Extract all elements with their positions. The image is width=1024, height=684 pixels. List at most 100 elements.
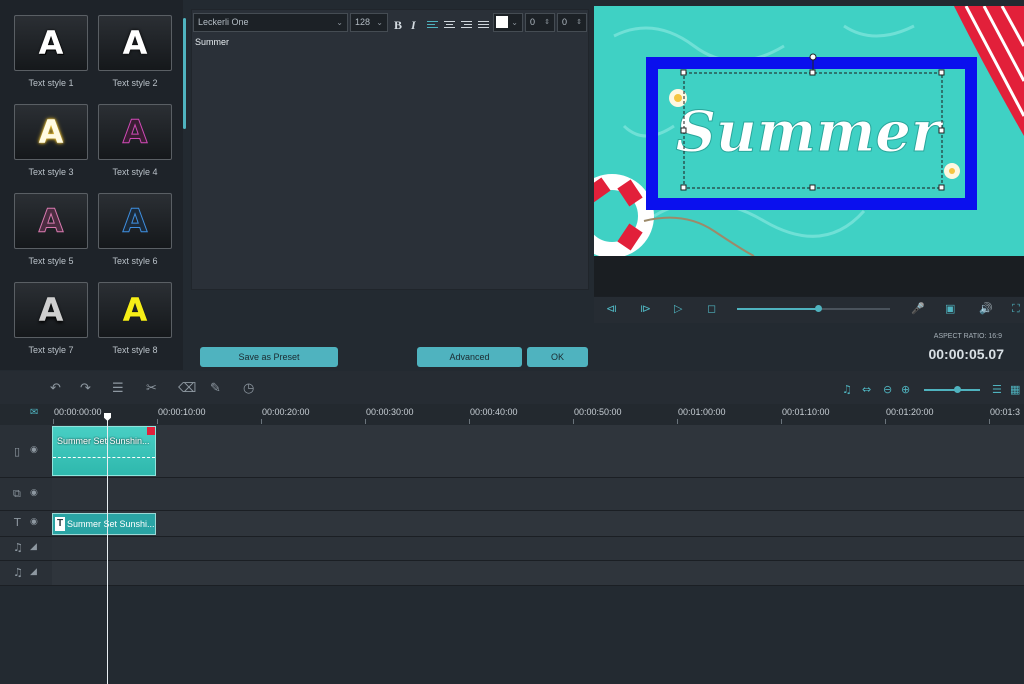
pip-track-icon: ⧉	[13, 487, 21, 500]
style-label: Text style 4	[112, 167, 158, 177]
ok-button[interactable]: OK	[527, 347, 588, 367]
text-color-picker[interactable]: ⌄	[493, 13, 523, 32]
bold-button[interactable]: B	[394, 16, 402, 35]
preview-artwork: Summer	[594, 6, 1024, 256]
microphone-icon[interactable]: 🎤	[911, 302, 925, 315]
text-style-3[interactable]: A Text style 3	[14, 104, 88, 177]
stop-icon[interactable]: ◻	[707, 302, 716, 315]
track-header	[0, 425, 52, 477]
chevron-down-icon: ⌄	[336, 18, 343, 27]
style-glyph: A	[122, 113, 148, 152]
adjust-icon[interactable]: ☰	[112, 381, 124, 396]
pip-track[interactable]	[0, 478, 1024, 511]
font-select[interactable]: Leckerli One ⌄	[193, 13, 348, 32]
align-left-icon[interactable]	[427, 21, 438, 30]
music-track-2[interactable]	[0, 561, 1024, 586]
play-icon[interactable]: ▷	[674, 302, 682, 315]
style-glyph: A	[38, 291, 64, 329]
spacing-value: 0	[530, 17, 536, 27]
video-clip[interactable]: Summer Set Sunshin...	[52, 426, 156, 476]
zoom-slider-knob[interactable]	[954, 386, 961, 393]
grid-view-icon[interactable]: ▦	[1010, 383, 1020, 396]
style-label: Text style 1	[28, 78, 74, 88]
list-view-icon[interactable]: ☰	[992, 383, 1002, 396]
zoom-out-icon[interactable]: ⊖	[883, 383, 892, 396]
ruler-tick	[989, 419, 990, 424]
track-header	[0, 478, 52, 510]
text-style-thumb: A	[14, 282, 88, 338]
ruler-tick	[53, 419, 54, 424]
align-center-icon[interactable]	[444, 21, 455, 30]
text-track-icon: T	[14, 516, 21, 529]
style-label: Text style 5	[28, 256, 74, 266]
speaker-icon[interactable]: ◢	[30, 567, 37, 577]
ruler-tick-label: 00:01:20:00	[886, 407, 934, 417]
ruler-tick	[885, 419, 886, 424]
skip-back-icon[interactable]: ⧏	[606, 302, 617, 315]
text-style-1[interactable]: A Text style 1	[14, 15, 88, 88]
text-style-thumb: A	[14, 104, 88, 160]
zoom-in-icon[interactable]: ⊕	[901, 383, 910, 396]
font-value: Leckerli One	[198, 17, 249, 27]
align-justify-icon[interactable]	[478, 21, 489, 30]
fit-timeline-icon[interactable]: ⇔	[862, 383, 871, 396]
eye-icon[interactable]: ◉	[30, 488, 38, 498]
styles-scrollbar[interactable]	[183, 18, 186, 129]
style-glyph: A	[38, 24, 64, 62]
text-style-4[interactable]: A Text style 4	[98, 104, 172, 177]
snap-icon[interactable]: ✉	[30, 407, 38, 418]
text-content-area[interactable]: Summer	[195, 37, 229, 47]
delete-icon[interactable]: ⌫	[178, 381, 196, 396]
text-style-thumb: A	[98, 282, 172, 338]
audio-mixer-icon[interactable]: ♫	[842, 383, 852, 396]
life-ring-stripes	[594, 177, 643, 251]
eye-icon[interactable]: ◉	[30, 517, 38, 527]
music-track-1[interactable]	[0, 537, 1024, 561]
italic-button[interactable]: I	[411, 16, 416, 35]
preview-title-text[interactable]: Summer	[675, 99, 944, 166]
style-label: Text style 6	[112, 256, 158, 266]
spacing-stepper-1[interactable]: 0 ⇕	[525, 13, 555, 32]
text-style-thumb: A	[14, 15, 88, 71]
progress-knob[interactable]	[815, 305, 822, 312]
ruler-tick-label: 00:00:40:00	[470, 407, 518, 417]
clip-divider	[53, 457, 155, 458]
spacing-stepper-2[interactable]: 0 ⇕	[557, 13, 587, 32]
zoom-slider[interactable]	[924, 389, 980, 391]
music-note-icon: ♫	[13, 566, 23, 579]
volume-icon[interactable]: 🔊	[979, 302, 993, 315]
preview-letterbox	[594, 256, 1024, 296]
preview-canvas[interactable]: Summer	[594, 6, 1024, 256]
ruler-tick-label: 00:01:00:00	[678, 407, 726, 417]
font-size-select[interactable]: 128 ⌄	[350, 13, 388, 32]
text-style-6[interactable]: A Text style 6	[98, 193, 172, 266]
eye-icon[interactable]: ◉	[30, 445, 38, 455]
style-label: Text style 7	[28, 345, 74, 355]
playhead-line[interactable]	[107, 413, 108, 684]
style-glyph: A	[122, 291, 148, 329]
advanced-button[interactable]: Advanced	[417, 347, 522, 367]
text-style-2[interactable]: A Text style 2	[98, 15, 172, 88]
chevron-down-icon: ⌄	[376, 18, 383, 27]
step-back-icon[interactable]: ⧐	[640, 302, 651, 315]
text-style-8[interactable]: A Text style 8	[98, 282, 172, 355]
edit-icon[interactable]: ✎	[210, 381, 221, 396]
fullscreen-icon[interactable]: ⛶	[1012, 302, 1020, 316]
speaker-icon[interactable]: ◢	[30, 542, 37, 552]
align-right-icon[interactable]	[461, 21, 472, 30]
cut-icon[interactable]: ✂	[146, 381, 157, 396]
text-style-7[interactable]: A Text style 7	[14, 282, 88, 355]
chevron-down-icon: ⌄	[511, 18, 518, 27]
text-clip[interactable]: T Summer Set Sunshi...	[52, 513, 156, 535]
rotate-handle[interactable]	[809, 53, 817, 61]
text-style-5[interactable]: A Text style 5	[14, 193, 88, 266]
track-header	[0, 561, 52, 585]
duration-icon[interactable]: ◷	[243, 381, 254, 396]
ruler-tick-label: 00:00:00:00	[54, 407, 102, 417]
redo-icon[interactable]: ↷	[80, 381, 91, 396]
clip-corner-marker	[147, 427, 155, 435]
undo-icon[interactable]: ↶	[50, 381, 61, 396]
save-as-preset-button[interactable]: Save as Preset	[200, 347, 338, 367]
text-editor-panel: Leckerli One ⌄ 128 ⌄ B I ⌄ 0 ⇕ 0 ⇕ Summer	[191, 9, 589, 290]
camera-icon[interactable]: ▣	[945, 302, 955, 315]
